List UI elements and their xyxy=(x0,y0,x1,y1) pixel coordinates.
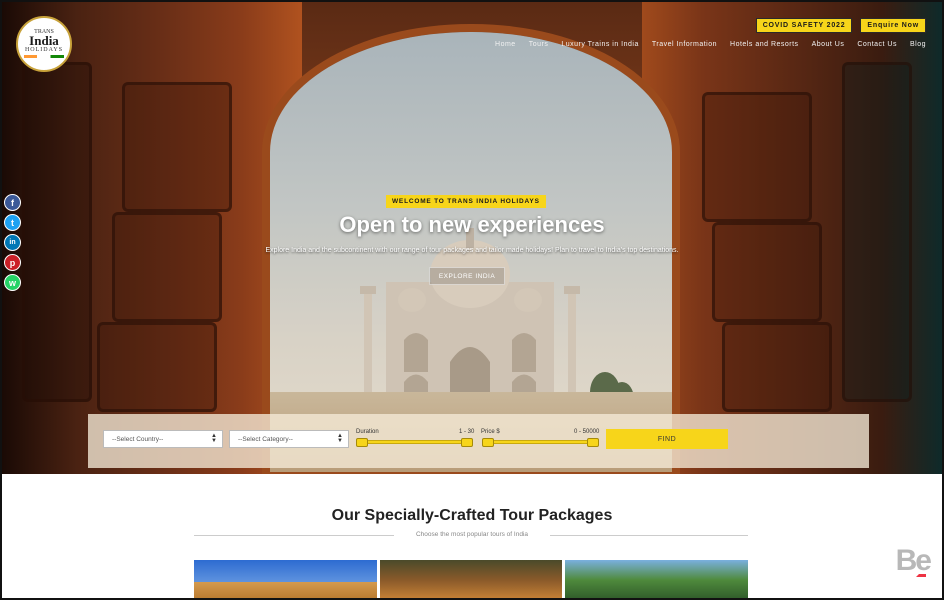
category-select[interactable]: --Select Category-- ▲ ▼ xyxy=(229,430,349,448)
right-door-image xyxy=(642,2,942,474)
main-nav: Home Tours Luxury Trains in India Travel… xyxy=(495,41,926,48)
packages-section-subtitle: Choose the most popular tours of India xyxy=(415,531,528,538)
hero-headline: Open to new experiences xyxy=(339,212,605,237)
tour-search-bar: --Select Country-- ▲ ▼ --Select Category-… xyxy=(88,414,869,468)
price-range-value: 0 - 50000 xyxy=(574,429,600,435)
divider-right xyxy=(550,535,748,536)
duration-max-handle[interactable] xyxy=(461,438,473,447)
country-select-value: --Select Country-- xyxy=(112,435,164,443)
tour-card-nature[interactable] xyxy=(565,560,749,598)
duration-range-value: 1 - 30 xyxy=(459,429,475,435)
explore-india-button[interactable]: EXPLORE INDIA xyxy=(429,267,505,285)
logo-text-bottom: HOLIDAYS xyxy=(24,47,64,53)
packages-section-title: Our Specially-Crafted Tour Packages xyxy=(331,507,613,524)
nav-hotels-resorts[interactable]: Hotels and Resorts xyxy=(730,41,799,48)
select-arrows-icon: ▲ ▼ xyxy=(337,433,343,444)
tour-card-heritage[interactable] xyxy=(194,560,377,598)
duration-min-handle[interactable] xyxy=(356,438,368,447)
page-frame: TRANS India HOLIDAYS COVID SAFETY 2022 E… xyxy=(0,0,944,600)
nav-contact-us[interactable]: Contact Us xyxy=(857,41,897,48)
nav-travel-information[interactable]: Travel Information xyxy=(652,41,717,48)
nav-home[interactable]: Home xyxy=(495,41,516,48)
hero-subtext: Explore India and the subcontinent with … xyxy=(265,247,679,254)
logo-text-main: India xyxy=(29,33,59,48)
tour-card-wildlife[interactable] xyxy=(379,560,563,598)
tour-package-cards xyxy=(194,560,749,598)
find-button[interactable]: FIND xyxy=(606,429,728,449)
behance-watermark-accent xyxy=(916,572,926,577)
hero-banner: TRANS India HOLIDAYS COVID SAFETY 2022 E… xyxy=(2,2,942,474)
country-select[interactable]: --Select Country-- ▲ ▼ xyxy=(103,430,223,448)
left-door-image xyxy=(2,2,302,474)
nav-tours[interactable]: Tours xyxy=(529,41,549,48)
duration-slider-track[interactable] xyxy=(360,440,470,444)
nav-about-us[interactable]: About Us xyxy=(812,41,845,48)
pinterest-icon[interactable]: p xyxy=(4,254,21,271)
nav-luxury-trains[interactable]: Luxury Trains in India xyxy=(561,41,639,48)
enquire-now-button[interactable]: Enquire Now xyxy=(860,18,926,33)
facebook-icon[interactable]: f xyxy=(4,194,21,211)
whatsapp-icon[interactable]: w xyxy=(4,274,21,291)
logo-flag-stripe xyxy=(24,55,64,58)
price-label: Price $ xyxy=(481,429,500,435)
covid-safety-button[interactable]: COVID SAFETY 2022 xyxy=(755,18,853,33)
nav-blog[interactable]: Blog xyxy=(910,41,926,48)
category-select-value: --Select Category-- xyxy=(238,435,293,443)
welcome-badge: WELCOME TO TRANS INDIA HOLIDAYS xyxy=(386,195,546,208)
select-arrows-icon: ▲ ▼ xyxy=(211,433,217,444)
price-max-handle[interactable] xyxy=(587,438,599,447)
duration-label: Duration xyxy=(356,429,379,435)
price-min-handle[interactable] xyxy=(482,438,494,447)
top-badges: COVID SAFETY 2022 Enquire Now xyxy=(755,18,926,33)
social-share-bar: f t in p w xyxy=(4,194,21,291)
trans-india-holidays-logo[interactable]: TRANS India HOLIDAYS xyxy=(16,16,72,72)
price-slider-track[interactable] xyxy=(486,440,596,444)
